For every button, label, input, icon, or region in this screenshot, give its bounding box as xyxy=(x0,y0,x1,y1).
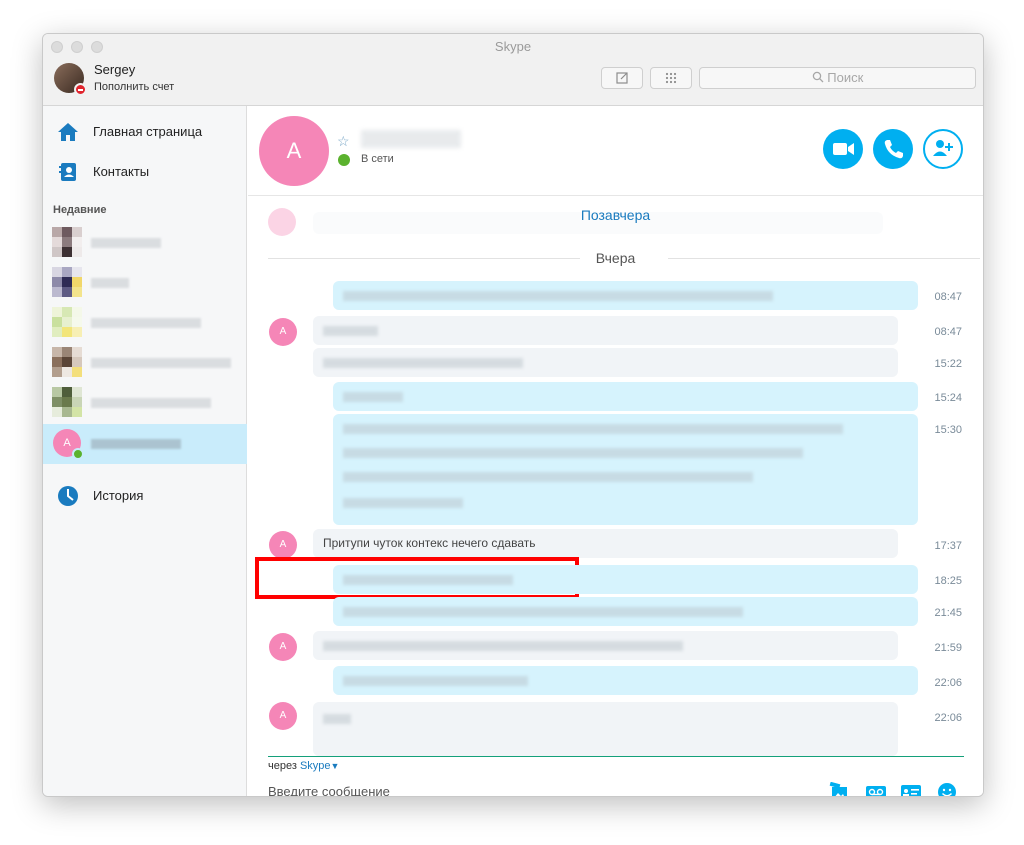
video-call-button[interactable] xyxy=(823,129,863,169)
message-bubble-incoming[interactable] xyxy=(313,631,898,660)
recent-contact-name xyxy=(91,398,211,408)
online-status-icon xyxy=(338,154,350,166)
recent-contact-name xyxy=(91,439,181,449)
nav-contacts-label: Контакты xyxy=(93,164,150,179)
dialpad-button[interactable] xyxy=(650,67,692,89)
contact-avatar: A xyxy=(269,633,297,661)
message-time: 08:47 xyxy=(934,291,962,303)
phone-icon xyxy=(884,140,903,159)
emoticon-icon[interactable] xyxy=(936,782,958,797)
new-conversation-button[interactable] xyxy=(601,67,643,89)
conversation-pane: A ☆ В сети Позавчера Вчера 08:47 A 08:47 xyxy=(248,106,983,796)
skype-window: Skype Sergey Пополнить счет Поиск Главна… xyxy=(42,33,984,797)
message-bubble-outgoing[interactable] xyxy=(333,281,918,310)
message-bubble-outgoing[interactable] xyxy=(333,565,918,594)
chevron-down-icon: ▼ xyxy=(330,761,340,771)
do-not-disturb-icon xyxy=(74,83,87,96)
recent-contact-name xyxy=(91,238,161,248)
contact-avatar: A xyxy=(269,318,297,346)
profile-avatar[interactable] xyxy=(54,63,87,96)
message-time: 15:22 xyxy=(934,358,962,370)
header-divider xyxy=(248,195,983,196)
profile-name[interactable]: Sergey xyxy=(94,62,135,77)
contact-avatar: A xyxy=(53,429,84,460)
nav-history[interactable]: История xyxy=(43,481,247,511)
recent-contact[interactable] xyxy=(43,264,247,302)
dialpad-icon xyxy=(665,72,677,84)
recent-heading: Недавние xyxy=(53,204,107,216)
recent-contact-name xyxy=(91,278,129,288)
window-title: Skype xyxy=(494,39,532,54)
blurred-avatar xyxy=(52,347,82,377)
recent-contact[interactable] xyxy=(43,304,247,342)
nav-contacts[interactable]: Контакты xyxy=(43,157,247,187)
blurred-avatar xyxy=(52,227,82,257)
recent-contact-name xyxy=(91,318,201,328)
blurred-avatar xyxy=(52,307,82,337)
message-bubble-outgoing[interactable] xyxy=(333,666,918,695)
date-separator-yesterday: Вчера xyxy=(595,250,636,266)
contact-header-avatar[interactable]: A xyxy=(259,116,329,186)
message-bubble-incoming[interactable] xyxy=(313,316,898,345)
contact-avatar: A xyxy=(269,531,297,559)
message-bubble-incoming[interactable] xyxy=(313,348,898,377)
add-person-icon xyxy=(933,140,953,156)
add-people-button[interactable] xyxy=(923,129,963,169)
message-bubble-outgoing[interactable] xyxy=(333,414,918,525)
composer-divider xyxy=(268,756,964,757)
message-time: 22:06 xyxy=(934,712,962,724)
message-time: 21:45 xyxy=(934,607,962,619)
search-icon xyxy=(812,71,824,83)
recent-contact-active[interactable]: A xyxy=(43,424,247,464)
blurred-avatar xyxy=(52,387,82,417)
favorite-star-icon[interactable]: ☆ xyxy=(337,133,350,150)
send-via-selector[interactable]: через Skype▼ xyxy=(268,760,339,772)
search-field[interactable]: Поиск xyxy=(699,67,976,89)
recent-contact-name xyxy=(91,358,231,368)
message-time: 15:30 xyxy=(934,424,962,436)
nav-history-label: История xyxy=(93,488,144,503)
message-bubble-outgoing[interactable] xyxy=(333,597,918,626)
blurred-avatar xyxy=(52,267,82,297)
message-text: Притупи чуток контекс нечего сдавать xyxy=(323,536,536,550)
contact-status: В сети xyxy=(361,153,394,165)
search-placeholder: Поиск xyxy=(827,70,864,85)
message-time: 17:37 xyxy=(934,540,962,552)
recent-contact[interactable] xyxy=(43,344,247,382)
message-input[interactable]: Введите сообщение xyxy=(268,784,390,796)
online-badge-icon xyxy=(72,448,84,460)
nav-home[interactable]: Главная страница xyxy=(43,117,247,147)
date-separator-day-before-yesterday: Позавчера xyxy=(580,207,651,223)
message-bubble-incoming[interactable] xyxy=(313,702,898,756)
contact-header-name xyxy=(361,130,461,148)
nav-home-label: Главная страница xyxy=(93,124,203,139)
message-bubble-incoming[interactable]: Притупи чуток контекс нечего сдавать xyxy=(313,529,898,558)
contact-avatar: A xyxy=(269,702,297,730)
recent-contact[interactable] xyxy=(43,384,247,422)
message-time: 15:24 xyxy=(934,392,962,404)
audio-call-button[interactable] xyxy=(873,129,913,169)
titlebar: Skype Sergey Пополнить счет Поиск xyxy=(43,34,983,106)
sidebar: Главная страница Контакты Недавние A Ист… xyxy=(43,106,247,796)
compose-icon xyxy=(616,72,628,84)
add-credit-link[interactable]: Пополнить счет xyxy=(94,81,174,93)
message-time: 18:25 xyxy=(934,575,962,587)
video-camera-icon xyxy=(833,143,854,155)
message-time: 08:47 xyxy=(934,326,962,338)
message-time: 21:59 xyxy=(934,642,962,654)
message-time: 22:06 xyxy=(934,677,962,689)
home-icon xyxy=(58,123,78,141)
clock-icon xyxy=(58,486,78,506)
send-contact-card-icon[interactable] xyxy=(900,782,922,797)
contacts-icon xyxy=(59,163,76,181)
recent-contact[interactable] xyxy=(43,224,247,262)
send-image-icon[interactable] xyxy=(828,782,850,797)
video-message-icon[interactable] xyxy=(865,782,887,797)
message-bubble-outgoing[interactable] xyxy=(333,382,918,411)
